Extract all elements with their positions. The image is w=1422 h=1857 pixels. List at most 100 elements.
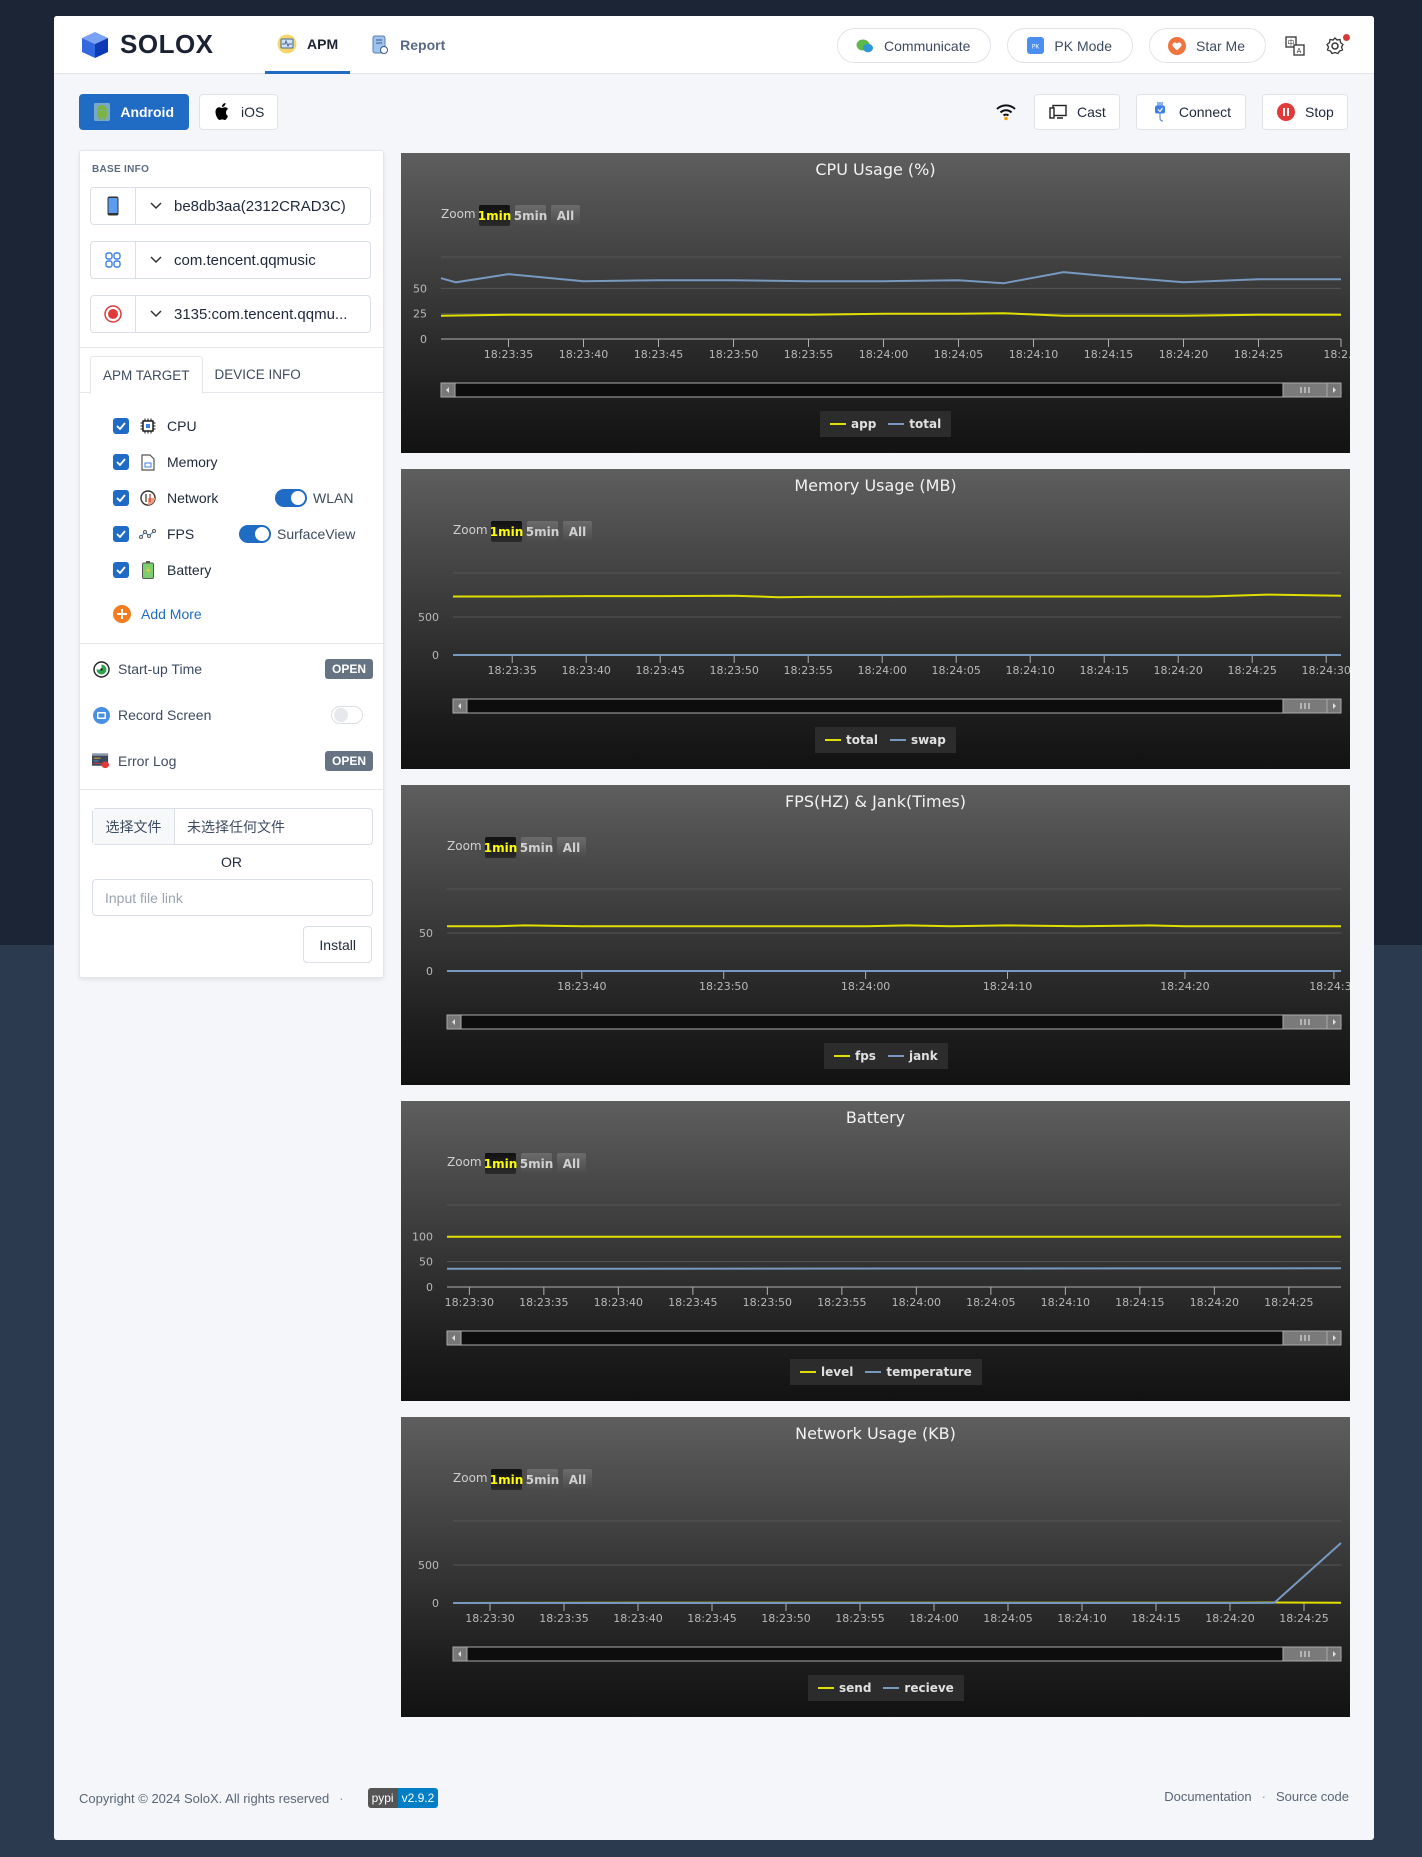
wlan-toggle-row: WLAN: [275, 489, 353, 507]
separator-dot: ·: [339, 1790, 344, 1806]
fps-checkbox[interactable]: [113, 526, 129, 542]
toolbar: Android iOS Cast Connect Stop: [54, 74, 1374, 134]
x-tick-label: 18:24:00: [859, 348, 908, 361]
cast-button[interactable]: Cast: [1034, 94, 1120, 130]
translate-icon[interactable]: 中A: [1284, 35, 1306, 57]
y-tick-label: 0: [420, 333, 427, 346]
target-network: Network: [113, 487, 218, 509]
process-select[interactable]: 3135:com.tencent.qqmu...: [90, 295, 371, 333]
legend-item-level[interactable]: level: [800, 1365, 853, 1379]
settings-gear-icon[interactable]: [1324, 33, 1350, 57]
tab-device-info[interactable]: DEVICE INFO: [203, 356, 313, 393]
plus-circle-icon: [113, 605, 131, 623]
navigator-scrollbar-track[interactable]: [452, 1646, 1342, 1662]
documentation-link[interactable]: Documentation: [1164, 1789, 1251, 1804]
y-tick-label: 500: [418, 1559, 439, 1572]
add-more-button[interactable]: Add More: [113, 605, 202, 623]
apk-file-input[interactable]: 选择文件 未选择任何文件: [92, 808, 373, 845]
navigator-scrollbar-track[interactable]: [446, 1330, 1342, 1346]
target-cpu: CPU: [113, 415, 197, 437]
series-line-recieve: [453, 1542, 1342, 1604]
chart-plot: 0 50 18:23:40 18:23:50 18:24:00 18:24:10 18:24…: [419, 888, 1350, 1030]
x-tick-label: 18:2...: [1323, 348, 1350, 361]
cpu-chip-icon: [139, 417, 157, 435]
target-tabs: APM TARGET DEVICE INFO: [80, 347, 383, 394]
legend-item-temperature[interactable]: temperature: [865, 1365, 972, 1379]
pk-icon: PK: [1026, 37, 1044, 55]
pypi-version-badge[interactable]: pypi v2.9.2: [367, 1788, 439, 1808]
x-tick-label: 18:24:00: [841, 980, 890, 993]
pk-mode-label: PK Mode: [1054, 37, 1112, 54]
android-label: Android: [120, 104, 174, 120]
surfaceview-toggle-row: SurfaceView: [239, 525, 355, 543]
stop-button[interactable]: Stop: [1262, 94, 1348, 130]
series-line-total: [453, 593, 1342, 599]
connect-button[interactable]: Connect: [1136, 94, 1246, 130]
battery-chart: Battery Zoom 1min 5min All 0 50 100 18:23:30 18:2…: [401, 1101, 1350, 1401]
x-tick-label: 18:23:45: [634, 348, 683, 361]
device-select[interactable]: be8db3aa(2312CRAD3C): [90, 187, 371, 225]
record-screen-toggle[interactable]: [331, 706, 363, 724]
stopwatch-icon: [92, 660, 110, 678]
legend-item-jank[interactable]: jank: [887, 1049, 938, 1063]
star-me-button[interactable]: Star Me: [1148, 28, 1266, 63]
x-tick-label: 18:24:15: [1084, 348, 1133, 361]
legend-swatch: [800, 1371, 816, 1373]
series-line-total: [440, 271, 1341, 285]
memory-checkbox[interactable]: [113, 454, 129, 470]
error-log-open-button[interactable]: OPEN: [324, 751, 373, 771]
x-tick-label: 18:24:30: [1309, 980, 1350, 993]
navigator-scrollbar-track[interactable]: [446, 1014, 1342, 1030]
x-tick-label: 18:24:05: [966, 1296, 1015, 1309]
wlan-label: WLAN: [313, 490, 354, 506]
apple-icon: [214, 103, 231, 121]
source-code-link[interactable]: Source code: [1276, 1789, 1349, 1804]
surfaceview-toggle[interactable]: [239, 525, 271, 543]
install-button[interactable]: Install: [303, 926, 372, 963]
memory-chart: Memory Usage (MB) Zoom 1min 5min All 0 500 18:2…: [401, 469, 1350, 769]
y-tick-label: 25: [413, 308, 427, 321]
cpu-chart: CPU Usage (%) Zoom 1min 5min All 0 25 50 18:23:3…: [401, 153, 1350, 453]
wifi-icon[interactable]: [996, 103, 1016, 121]
nav-report[interactable]: Report: [358, 16, 457, 74]
target-battery: Battery: [113, 559, 211, 581]
legend-swatch: [865, 1371, 882, 1373]
legend-item-fps[interactable]: fps: [834, 1049, 876, 1063]
package-select[interactable]: com.tencent.qqmusic: [90, 241, 371, 279]
file-link-input[interactable]: [92, 879, 373, 916]
chart-plot: 0 50 100 18:23:30 18:23:35 18:23:40 18:23:45 18…: [412, 1204, 1342, 1346]
usb-plug-icon: [1151, 102, 1169, 122]
logo[interactable]: SOLOX: [80, 29, 214, 60]
legend-item-send[interactable]: send: [818, 1681, 871, 1695]
wlan-toggle[interactable]: [275, 489, 307, 507]
legend-item-swap[interactable]: swap: [889, 733, 946, 747]
communicate-button[interactable]: Communicate: [837, 28, 992, 63]
startup-time-row: Start-up Time OPEN: [92, 657, 373, 681]
cpu-checkbox[interactable]: [113, 418, 129, 434]
nav-apm[interactable]: APM: [265, 16, 351, 74]
footer: Copyright © 2024 SoloX. All rights reser…: [79, 1786, 1349, 1810]
tab-apm-target[interactable]: APM TARGET: [90, 356, 203, 394]
battery-checkbox[interactable]: [113, 562, 129, 578]
app-name: SOLOX: [120, 29, 214, 59]
chart-legend: app total: [820, 411, 952, 437]
legend-item-total[interactable]: total: [888, 417, 941, 431]
chevron-down-icon: [150, 256, 162, 264]
app-window: SOLOX APM Report Communicate PK PK Mode …: [54, 16, 1374, 1840]
navigator-scrollbar-track[interactable]: [440, 382, 1342, 398]
ios-button[interactable]: iOS: [199, 94, 278, 130]
legend-swatch: [830, 423, 846, 425]
startup-open-button[interactable]: OPEN: [324, 659, 373, 679]
navigator-scrollbar-track[interactable]: [452, 698, 1342, 714]
legend-item-app[interactable]: app: [830, 417, 876, 431]
startup-time-label: Start-up Time: [118, 661, 203, 677]
android-button[interactable]: Android: [79, 94, 189, 130]
legend-item-total[interactable]: total: [825, 733, 878, 747]
fps-graph-icon: [139, 525, 157, 543]
divider: [80, 789, 383, 790]
choose-file-button[interactable]: 选择文件: [93, 809, 175, 844]
pk-mode-button[interactable]: PK PK Mode: [1007, 28, 1133, 63]
network-checkbox[interactable]: [113, 490, 129, 506]
legend-item-recieve[interactable]: recieve: [883, 1681, 954, 1695]
network-chart: Network Usage (KB) Zoom 1min 5min All 0 500 18:…: [401, 1417, 1350, 1717]
